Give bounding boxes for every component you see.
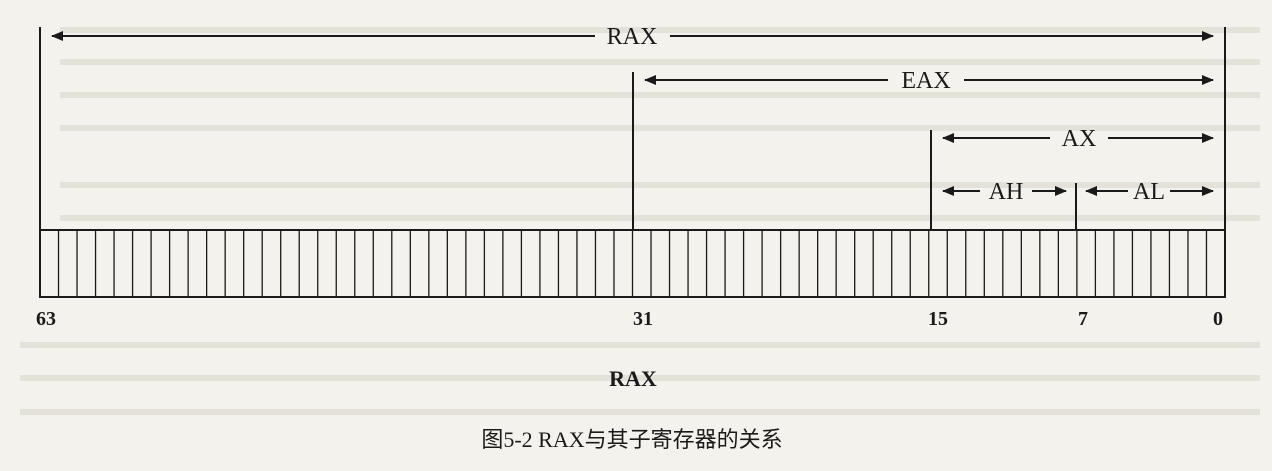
bit-label-63: 63 bbox=[36, 308, 56, 330]
span-label-rax: RAX bbox=[607, 24, 658, 50]
span-label-ah: AH bbox=[989, 179, 1024, 205]
background-texture bbox=[20, 27, 1260, 415]
bit-label-15: 15 bbox=[928, 308, 948, 330]
figure-caption: 图5-2 RAX与其子寄存器的关系 bbox=[481, 427, 782, 452]
figure: RAX EAX AX AH AL 63 31 15 7 0 RAX 图5-2 R… bbox=[0, 0, 1272, 466]
bit-label-7: 7 bbox=[1078, 308, 1088, 330]
span-label-ax: AX bbox=[1062, 126, 1097, 152]
bit-label-31: 31 bbox=[633, 308, 653, 330]
span-label-eax: EAX bbox=[901, 68, 950, 94]
span-label-al: AL bbox=[1133, 179, 1165, 205]
register-title: RAX bbox=[609, 366, 657, 391]
register-diagram: RAX EAX AX AH AL 63 31 15 7 0 RAX 图5-2 R… bbox=[20, 24, 1260, 452]
span-eax: EAX bbox=[644, 68, 1214, 94]
bit-label-0: 0 bbox=[1213, 308, 1223, 330]
